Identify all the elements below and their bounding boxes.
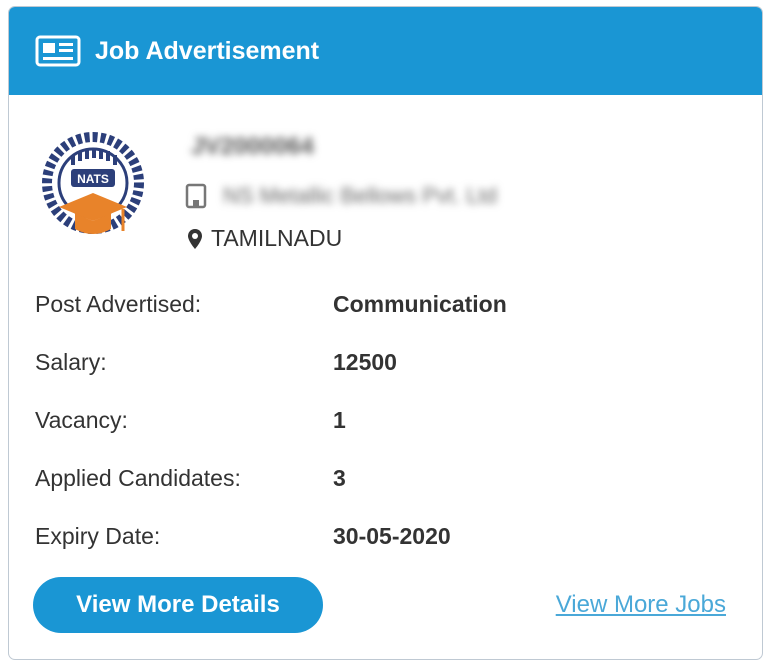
detail-value: 12500 (333, 348, 397, 375)
detail-value: 1 (333, 406, 346, 433)
location-row: TAMILNADU (187, 225, 342, 252)
location-text: TAMILNADU (211, 225, 343, 251)
company-info: NATS JV2000064 NS Metallic Bellows Pvt. … (27, 125, 727, 265)
building-icon (185, 183, 207, 209)
card-title: Job Advertisement (95, 36, 320, 65)
detail-row-expiry: Expiry Date: 30-05-2020 (35, 507, 507, 565)
detail-value: 3 (333, 464, 346, 491)
view-more-details-button[interactable]: View More Details (33, 577, 323, 633)
employer-row: NS Metallic Bellows Pvt. Ltd (185, 183, 497, 209)
detail-label: Post Advertised: (35, 290, 202, 317)
detail-row-applied: Applied Candidates: 3 (35, 449, 507, 507)
map-pin-icon (187, 228, 203, 250)
detail-row-post: Post Advertised: Communication (35, 275, 507, 333)
detail-row-vacancy: Vacancy: 1 (35, 391, 507, 449)
detail-value: 30-05-2020 (333, 522, 451, 549)
job-details: Post Advertised: Communication Salary: 1… (35, 275, 507, 565)
employer-name: NS Metallic Bellows Pvt. Ltd (223, 183, 497, 208)
nats-logo: NATS (31, 131, 161, 251)
job-reference-id: JV2000064 (191, 133, 314, 160)
job-advertisement-card: Job Advertisement NATS JV2000064 NS Meta… (8, 6, 763, 660)
detail-label: Salary: (35, 348, 107, 375)
detail-row-salary: Salary: 12500 (35, 333, 507, 391)
newspaper-icon (35, 34, 81, 68)
view-more-jobs-link[interactable]: View More Jobs (556, 591, 726, 619)
detail-label: Expiry Date: (35, 522, 161, 549)
detail-label: Applied Candidates: (35, 464, 241, 491)
detail-value: Communication (333, 290, 507, 317)
svg-text:NATS: NATS (77, 172, 109, 186)
card-header: Job Advertisement (9, 7, 762, 95)
detail-label: Vacancy: (35, 406, 128, 433)
